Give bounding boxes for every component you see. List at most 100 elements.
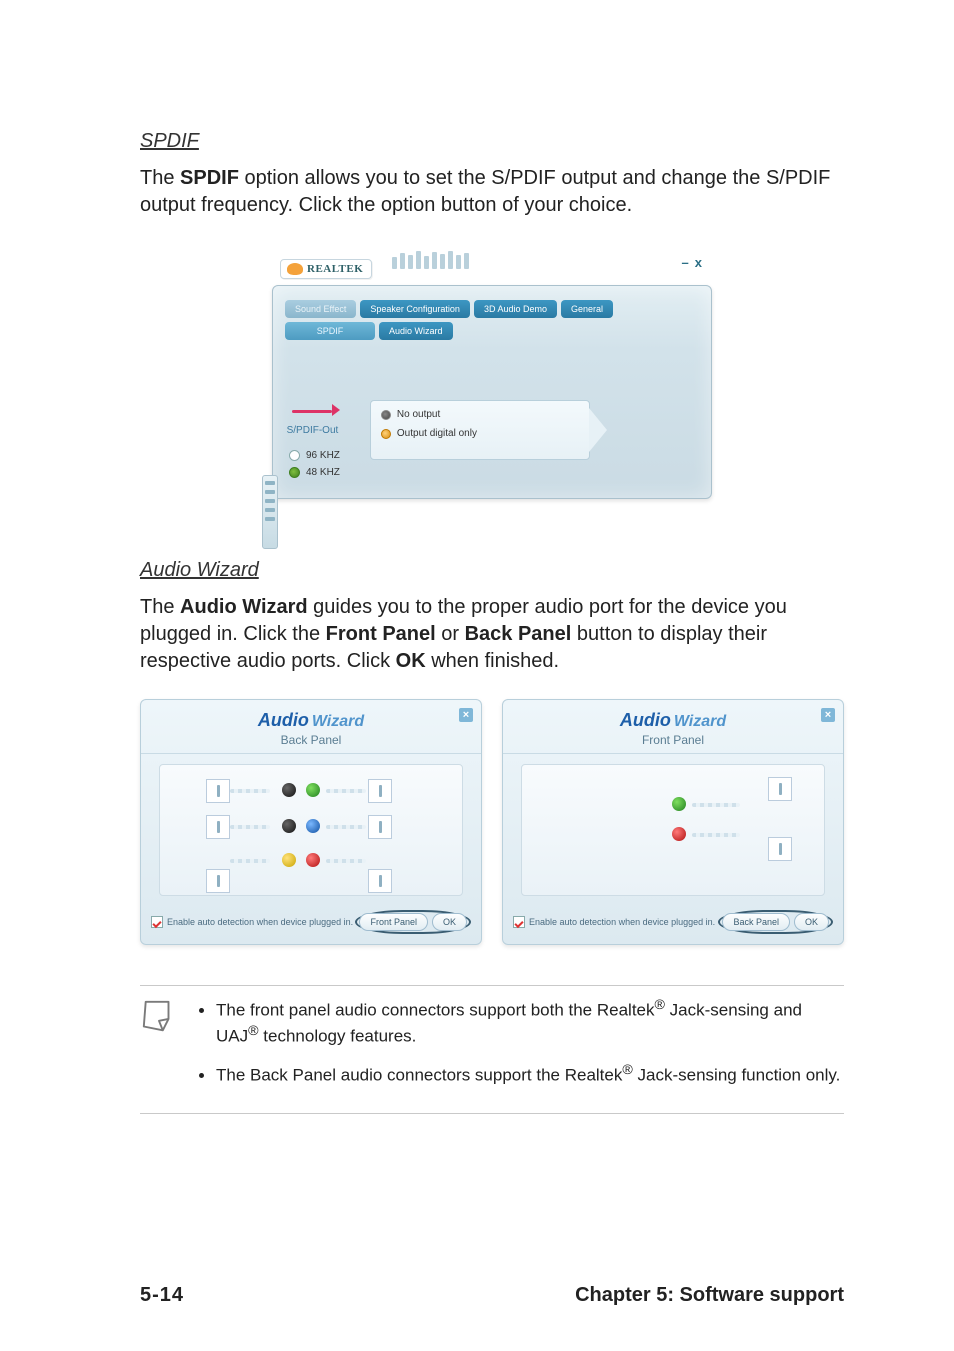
spdif-out-label: S/PDIF-Out	[285, 425, 340, 436]
t: The	[140, 167, 180, 189]
lead-icon	[326, 825, 366, 829]
reg-mark: ®	[248, 1023, 258, 1039]
jack-green[interactable]	[306, 783, 320, 797]
lead-icon	[692, 833, 740, 837]
checkbox-icon	[151, 916, 163, 928]
spdif-bold: SPDIF	[180, 167, 239, 189]
spdif-options-panel: No output Output digital only	[370, 400, 590, 460]
jack-green[interactable]	[672, 797, 686, 811]
opt-digital-label: Output digital only	[397, 428, 477, 439]
reg-mark: ®	[655, 997, 665, 1013]
lead-icon	[326, 789, 366, 793]
radio-selected-icon	[289, 467, 300, 478]
wizard-subtitle-back: Back Panel	[141, 733, 481, 754]
audio-wizard-heading: Audio Wizard	[140, 559, 844, 582]
equalizer-icon	[392, 251, 469, 269]
lead-icon	[230, 789, 270, 793]
crab-icon	[287, 263, 303, 275]
back-panel-button[interactable]: Back Panel	[722, 913, 790, 931]
freq-96-label: 96 KHZ	[306, 450, 340, 461]
wizard-title: AudioWizard	[141, 700, 481, 733]
freq-96-row[interactable]: 96 KHZ	[289, 450, 340, 461]
jack-red[interactable]	[672, 827, 686, 841]
tab-audio-wizard[interactable]: Audio Wizard	[379, 322, 453, 340]
tab-sound-effect[interactable]: Sound Effect	[285, 300, 356, 318]
checkbox-icon	[513, 916, 525, 928]
t: The Back Panel audio connectors support …	[216, 1066, 622, 1085]
freq-48-row[interactable]: 48 KHZ	[289, 467, 340, 478]
t: The front panel audio connectors support…	[216, 1001, 655, 1020]
t: Audio	[258, 710, 309, 730]
plug-icon	[206, 869, 230, 893]
note-item-1: The front panel audio connectors support…	[216, 996, 844, 1049]
audio-wizard-paragraph: The Audio Wizard guides you to the prope…	[140, 594, 844, 675]
t: technology features.	[259, 1027, 417, 1046]
plug-icon	[768, 837, 792, 861]
note-item-2: The Back Panel audio connectors support …	[216, 1061, 844, 1087]
jack-blue[interactable]	[306, 819, 320, 833]
jack-black[interactable]	[282, 783, 296, 797]
lead-icon	[230, 825, 270, 829]
lead-icon	[692, 803, 740, 807]
wizard-subtitle-front: Front Panel	[503, 733, 843, 754]
t: Front Panel	[326, 623, 436, 645]
spdif-port-icon	[286, 400, 338, 422]
auto-detect-checkbox[interactable]: Enable auto detection when device plugge…	[513, 916, 715, 928]
realtek-window: REALTEK – x Sound Effect Speaker Configu…	[272, 249, 712, 499]
jack-black[interactable]	[282, 819, 296, 833]
volume-rail-icon[interactable]	[262, 475, 278, 549]
auto-detect-checkbox[interactable]: Enable auto detection when device plugge…	[151, 916, 353, 928]
plug-icon	[206, 815, 230, 839]
t: Audio	[620, 710, 671, 730]
jack-red[interactable]	[306, 853, 320, 867]
t: Audio Wizard	[180, 596, 308, 618]
t: or	[436, 623, 465, 645]
t: Jack-sensing function only.	[633, 1066, 841, 1085]
opt-no-output-label: No output	[397, 409, 440, 420]
chapter-title: Chapter 5: Software support	[575, 1284, 844, 1307]
back-panel-diagram	[159, 764, 463, 896]
spdif-heading: SPDIF	[140, 130, 844, 153]
realtek-brand: REALTEK	[307, 263, 363, 275]
t: option allows you to set the S/PDIF outp…	[140, 167, 830, 216]
radio-icon	[381, 429, 391, 439]
plug-icon	[368, 815, 392, 839]
opt-no-output[interactable]: No output	[381, 409, 579, 420]
tab-general[interactable]: General	[561, 300, 613, 318]
highlighted-buttons: Front Panel OK	[355, 910, 471, 934]
highlighted-buttons: Back Panel OK	[718, 910, 833, 934]
close-button[interactable]: x	[695, 255, 702, 270]
front-panel-button[interactable]: Front Panel	[359, 913, 428, 931]
checkbox-label: Enable auto detection when device plugge…	[167, 917, 353, 927]
lead-icon	[230, 859, 270, 863]
front-panel-diagram	[521, 764, 825, 896]
note-block: The front panel audio connectors support…	[140, 985, 844, 1114]
tab-spdif[interactable]: SPDIF	[285, 322, 375, 340]
checkbox-label: Enable auto detection when device plugge…	[529, 917, 715, 927]
plug-icon	[368, 779, 392, 803]
page-number: 5-14	[140, 1284, 184, 1307]
opt-digital-only[interactable]: Output digital only	[381, 428, 579, 439]
wizard-front-panel: × AudioWizard Front Panel Enable auto de…	[502, 699, 844, 945]
realtek-logo: REALTEK	[280, 259, 372, 279]
ok-button[interactable]: OK	[794, 913, 829, 931]
radio-icon	[289, 450, 300, 461]
t: The	[140, 596, 180, 618]
t: Wizard	[674, 713, 726, 730]
close-icon[interactable]: ×	[459, 708, 473, 722]
t: Wizard	[312, 713, 364, 730]
close-icon[interactable]: ×	[821, 708, 835, 722]
minimize-button[interactable]: –	[682, 255, 689, 270]
ok-button[interactable]: OK	[432, 913, 467, 931]
note-icon	[140, 998, 178, 1036]
t: Back Panel	[465, 623, 572, 645]
jack-yellow[interactable]	[282, 853, 296, 867]
tab-3d-audio[interactable]: 3D Audio Demo	[474, 300, 557, 318]
plug-icon	[206, 779, 230, 803]
wizard-back-panel: × AudioWizard Back Panel	[140, 699, 482, 945]
tab-speaker-config[interactable]: Speaker Configuration	[360, 300, 470, 318]
spdif-paragraph: The SPDIF option allows you to set the S…	[140, 165, 844, 219]
freq-48-label: 48 KHZ	[306, 467, 340, 478]
plug-icon	[768, 777, 792, 801]
lead-icon	[326, 859, 366, 863]
